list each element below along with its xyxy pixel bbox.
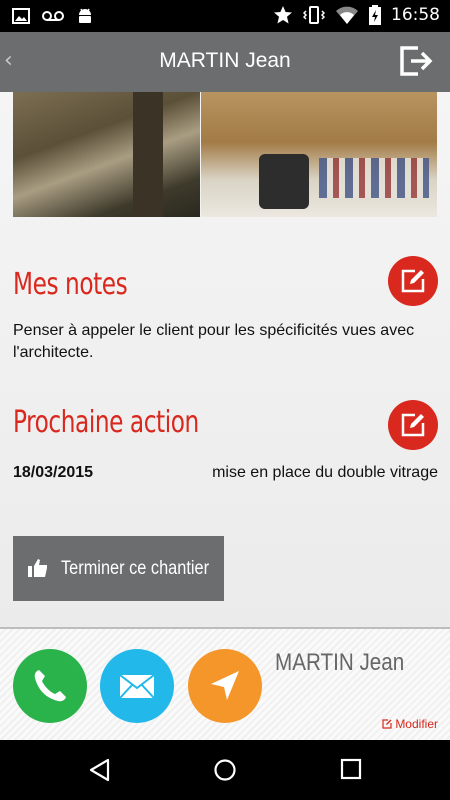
notes-title: Mes notes — [13, 267, 128, 302]
image-icon — [12, 8, 30, 24]
thumbs-up-icon — [28, 559, 47, 577]
finish-site-button[interactable]: Terminer ce chantier — [13, 536, 224, 601]
phone-icon — [34, 670, 66, 702]
finish-site-label: Terminer ce chantier — [61, 558, 210, 579]
main-content: Mes notes Penser à appeler le client pou… — [0, 92, 450, 627]
navigation-icon — [211, 671, 239, 700]
edit-icon — [401, 269, 425, 293]
call-button[interactable] — [13, 649, 87, 723]
modify-label: Modifier — [395, 717, 438, 731]
site-photo[interactable] — [13, 92, 200, 217]
system-nav-bar — [0, 740, 450, 800]
contact-bar: MARTIN Jean Modifier — [0, 627, 450, 740]
contact-name: MARTIN Jean — [275, 649, 405, 676]
modify-link[interactable]: Modifier — [382, 717, 438, 731]
page-title: MARTIN Jean — [159, 49, 291, 72]
next-action-description: mise en place du double vitrage — [212, 464, 438, 481]
site-photo[interactable] — [200, 92, 437, 217]
mail-icon — [119, 674, 155, 699]
notes-text: Penser à appeler le client pour les spéc… — [13, 322, 415, 361]
navigate-button[interactable] — [188, 649, 262, 723]
voicemail-icon — [42, 11, 64, 21]
photo-gallery[interactable] — [13, 92, 437, 217]
next-action-date: 18/03/2015 — [13, 464, 94, 481]
status-time: 16:58 — [391, 5, 440, 25]
back-icon[interactable] — [88, 758, 112, 782]
next-action-row: 18/03/2015 mise en place du double vitra… — [13, 464, 438, 486]
edit-next-action-button[interactable] — [388, 400, 438, 450]
battery-charging-icon — [369, 5, 381, 25]
recents-icon[interactable] — [340, 758, 362, 780]
star-icon — [274, 6, 292, 24]
app-bar: ‹ MARTIN Jean — [0, 32, 450, 92]
edit-icon — [401, 413, 425, 437]
vibrate-icon — [303, 6, 325, 24]
newspaper-image — [318, 158, 429, 198]
wifi-icon — [336, 6, 358, 24]
edit-notes-button[interactable] — [388, 256, 438, 306]
android-icon — [79, 8, 91, 23]
paint-can-image — [258, 154, 309, 209]
edit-icon — [382, 719, 392, 729]
email-button[interactable] — [100, 649, 174, 723]
status-bar: 16:58 — [0, 0, 450, 32]
next-action-title: Prochaine action — [13, 405, 199, 440]
home-icon[interactable] — [213, 758, 237, 782]
logout-icon[interactable] — [398, 44, 434, 78]
